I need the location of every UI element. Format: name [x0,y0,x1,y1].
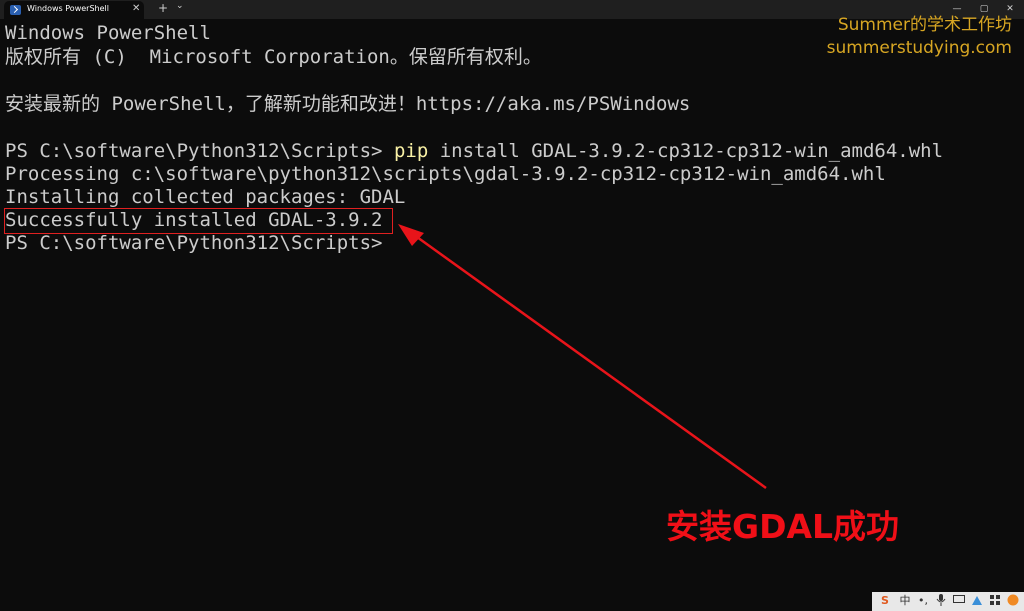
watermark: Summer的学术工作坊 summerstudying.com [827,14,1012,59]
pet-icon[interactable] [1006,594,1020,608]
watermark-url: summerstudying.com [826,38,1012,58]
mic-icon[interactable] [934,594,948,608]
punctuation-icon[interactable]: •, [916,594,930,608]
watermark-title: Summer的学术工作坊 [837,15,1012,35]
grid-icon[interactable] [988,594,1002,608]
ime-mode[interactable]: 中 [898,594,912,608]
skin-icon[interactable] [970,594,984,608]
sogou-icon[interactable]: S [878,594,892,608]
ime-toolbar: S 中 •, [872,592,1024,611]
annotation-label: 安装GDAL成功 [666,507,900,546]
keyboard-icon[interactable] [952,594,966,608]
